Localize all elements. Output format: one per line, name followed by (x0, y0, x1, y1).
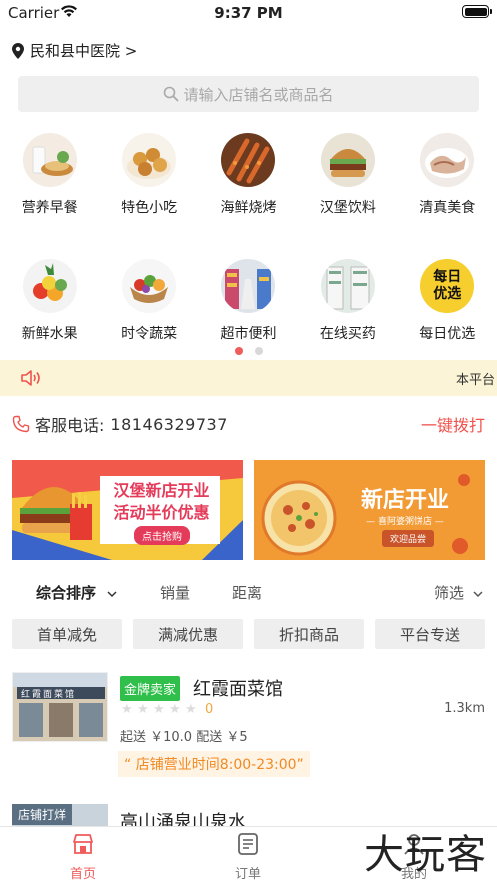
gold-seller-badge: 金牌卖家 (120, 676, 181, 701)
filter-button[interactable]: 筛选 (434, 582, 483, 603)
rating-stars: ★ ★ ★ ★ ★ 0 (121, 702, 213, 717)
daily-pick-logo-line2: 优选 (433, 286, 462, 302)
banner-new-shop[interactable]: 新店开业 — 喜阿婆粥饼店 — 欢迎品尝 (254, 460, 485, 560)
sort-distance[interactable]: 距离 (232, 582, 262, 603)
business-hours: “ 店铺营业时间8:00-23:00” (118, 751, 310, 777)
delivery-info: 起送 ￥10.0 配送 ￥5 (120, 730, 248, 745)
category-supermarket[interactable]: 超市便利 (208, 259, 288, 343)
search-placeholder: 请输入店铺名或商品名 (183, 85, 334, 104)
chevron-down-icon (473, 591, 483, 598)
category-halal[interactable]: 清真美食 (407, 133, 487, 217)
filter-tags: 首单减免 满减优惠 折扣商品 平台专送 (12, 619, 485, 649)
star-icon: ★ (153, 701, 165, 717)
category-pharmacy[interactable]: 在线买药 (308, 259, 388, 343)
service-label: 客服电话: (35, 416, 105, 435)
location-pin-icon (12, 42, 24, 59)
category-row-2: 新鲜水果 时令蔬菜 超市便利 在线买药 每日 优选 每日优选 (0, 259, 497, 343)
snack-image (122, 133, 177, 187)
star-icon: ★ (121, 701, 133, 717)
category-label: 海鲜烧烤 (220, 200, 277, 216)
location-name: 民和县中医院 > (30, 42, 138, 60)
search-input[interactable]: 请输入店铺名或商品名 (18, 76, 479, 112)
banner-title-line1: 汉堡新店开业 (113, 481, 210, 500)
daily-pick-logo-line1: 每日 (433, 269, 462, 285)
order-icon (238, 833, 258, 855)
banner-new-shop-title: 新店开业 (360, 488, 449, 513)
status-bar: Carrier 9:37 PM (0, 0, 497, 26)
star-icon: ★ (169, 701, 181, 717)
category-burger[interactable]: 汉堡饮料 (308, 133, 388, 217)
category-pager (0, 347, 497, 355)
service-phone-number: 18146329737 (110, 414, 228, 434)
sort-comprehensive-label: 综合排序 (36, 584, 97, 602)
shop-card[interactable]: 红霞面菜馆 金牌卖家 红霞面菜馆 ★ ★ ★ ★ ★ 0 1.3km 起送 ￥1… (12, 672, 485, 780)
category-breakfast[interactable]: 营养早餐 (10, 133, 90, 217)
category-label: 清真美食 (419, 200, 476, 216)
star-icon: ★ (185, 701, 197, 717)
grab-now-button[interactable]: 点击抢购 (134, 526, 190, 545)
category-daily-pick[interactable]: 每日 优选 每日优选 (407, 259, 487, 343)
notice-text: 本平台 (455, 373, 495, 388)
sort-bar: 综合排序 销量 距离 筛选 (0, 580, 497, 604)
tag-platform-delivery[interactable]: 平台专送 (375, 619, 485, 649)
clock: 9:37 PM (214, 4, 283, 22)
vegetable-image (122, 259, 177, 313)
rating-value: 0 (205, 702, 214, 717)
notice-bar[interactable]: 本平台 (0, 360, 497, 396)
customer-service-row: 客服电话: 18146329737 一键拨打 (12, 412, 485, 436)
category-row-1: 营养早餐 特色小吃 海鲜烧烤 汉堡饮料 清真美食 (0, 133, 497, 217)
tab-home[interactable]: 首页 (33, 831, 133, 882)
category-label: 汉堡饮料 (319, 200, 376, 216)
fruit-image (22, 259, 77, 313)
shop-closed-badge: 店铺打烊 (12, 804, 73, 825)
shop-sign-text: 红霞面菜馆 (21, 690, 77, 700)
shop-distance: 1.3km (444, 701, 485, 716)
filter-label: 筛选 (434, 584, 465, 602)
home-icon (73, 834, 93, 854)
search-icon (164, 86, 179, 102)
banner-new-shop-subtitle: — 喜阿婆粥饼店 — (366, 517, 444, 527)
category-bbq[interactable]: 海鲜烧烤 (208, 133, 288, 217)
daily-pick-image: 每日 优选 (420, 259, 475, 313)
category-snack[interactable]: 特色小吃 (109, 133, 189, 217)
sort-comprehensive[interactable]: 综合排序 (36, 582, 117, 603)
shop-image: 红霞面菜馆 (12, 672, 108, 742)
category-label: 超市便利 (220, 326, 277, 342)
shop-name: 红霞面菜馆 (193, 679, 283, 700)
category-label: 新鲜水果 (21, 326, 78, 342)
category-label: 营养早餐 (21, 200, 78, 216)
tab-label: 订单 (234, 867, 261, 882)
pharmacy-image (320, 259, 375, 313)
pager-dot-active[interactable] (234, 347, 243, 355)
bbq-image (221, 133, 276, 187)
chevron-down-icon (107, 591, 117, 598)
welcome-taste-button[interactable]: 欢迎品尝 (382, 530, 435, 547)
tab-label: 首页 (69, 867, 96, 882)
category-label: 特色小吃 (121, 200, 178, 216)
tag-full-reduction[interactable]: 满减优惠 (133, 619, 243, 649)
sort-sales[interactable]: 销量 (160, 582, 190, 603)
speaker-icon (21, 370, 40, 386)
pager-dot[interactable] (254, 347, 263, 355)
category-label: 每日优选 (419, 326, 476, 342)
supermarket-image (221, 259, 276, 313)
banner-title-line2: 活动半价优惠 (113, 503, 210, 522)
tab-orders[interactable]: 订单 (198, 831, 298, 882)
category-fruit[interactable]: 新鲜水果 (10, 259, 90, 343)
battery-icon (462, 5, 492, 18)
category-label: 时令蔬菜 (121, 326, 178, 342)
breakfast-image (22, 133, 77, 187)
category-vegetable[interactable]: 时令蔬菜 (109, 259, 189, 343)
halal-food-image (420, 133, 475, 187)
watermark: 大玩客 (364, 832, 487, 878)
star-icon: ★ (137, 701, 149, 717)
tag-first-order-discount[interactable]: 首单减免 (12, 619, 122, 649)
phone-icon (12, 415, 30, 433)
category-label: 在线买药 (319, 326, 376, 342)
banner-burger-promo[interactable]: 汉堡新店开业 活动半价优惠 点击抢购 (12, 460, 243, 560)
burger-image (320, 133, 375, 187)
tag-discount-goods[interactable]: 折扣商品 (254, 619, 364, 649)
one-click-call-button[interactable]: 一键拨打 (421, 412, 485, 436)
location-selector[interactable]: 民和县中医院 > (12, 40, 137, 61)
